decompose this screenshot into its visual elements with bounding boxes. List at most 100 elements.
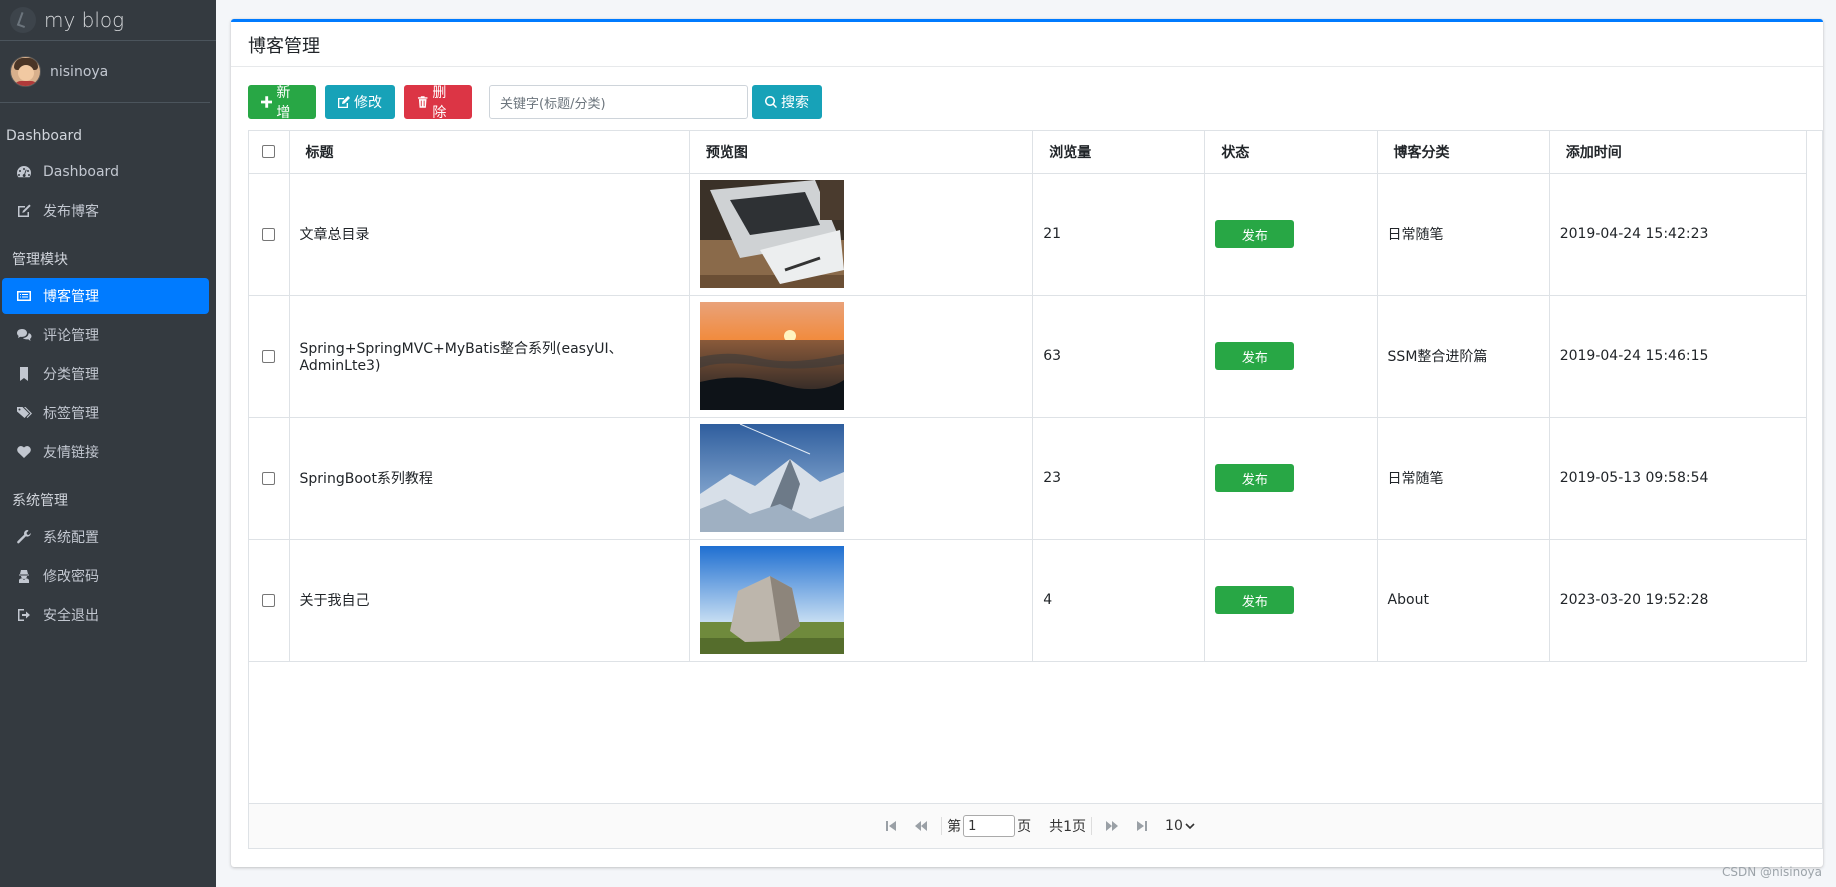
row-time: 2023-03-20 19:52:28 xyxy=(1548,538,1808,662)
sidebar-item-category-management[interactable]: 分类管理 xyxy=(2,356,209,392)
prev-page-icon xyxy=(915,821,928,831)
sidebar-item-comment-management[interactable]: 评论管理 xyxy=(2,317,209,353)
user-panel[interactable]: nisinoya xyxy=(0,41,210,103)
table-row[interactable]: 关于我自己 4 发布 About 2023-03-20 19:52:28 xyxy=(249,538,1808,662)
page-size-value: 10 xyxy=(1165,818,1183,834)
row-views: 4 xyxy=(1032,538,1206,662)
sidebar-item-label: 分类管理 xyxy=(43,367,99,383)
rock-field-photo xyxy=(699,546,844,654)
sidebar-item-label: 发布博客 xyxy=(43,204,99,220)
search-input[interactable]: 关键字(标题/分类) xyxy=(489,85,748,119)
row-category: About xyxy=(1376,538,1550,662)
first-page-button[interactable] xyxy=(884,819,898,833)
sidebar-item-friend-links[interactable]: 友情链接 xyxy=(2,434,209,470)
row-checkbox[interactable] xyxy=(262,471,276,485)
nav-header-management: 管理模块 xyxy=(12,252,68,268)
dashboard-icon xyxy=(15,163,33,181)
sidebar-item-label: 博客管理 xyxy=(43,289,99,305)
sidebar-item-change-password[interactable]: 修改密码 xyxy=(2,558,209,594)
trash-icon xyxy=(417,96,428,108)
select-all-cell xyxy=(249,131,290,174)
sidebar-item-label: 友情链接 xyxy=(43,445,99,461)
table-row[interactable]: SpringBoot系列教程 23 发布 日常随笔 2019-05-13 09:… xyxy=(249,416,1808,540)
select-all-checkbox[interactable] xyxy=(262,145,276,159)
column-header-views[interactable]: 浏览量 xyxy=(1032,131,1206,174)
sidebar-item-label: Dashboard xyxy=(43,164,119,180)
sidebar-item-label: 系统配置 xyxy=(43,530,99,546)
row-title: SpringBoot系列教程 xyxy=(288,416,690,540)
row-checkbox[interactable] xyxy=(262,349,276,363)
last-page-button[interactable] xyxy=(1135,819,1149,833)
table-row[interactable]: 文章总目录 21 发布 日常随笔 2019-04-24 15:42:23 xyxy=(249,172,1808,296)
avatar xyxy=(10,56,41,87)
status-badge[interactable]: 发布 xyxy=(1215,586,1295,614)
sidebar-item-logout[interactable]: 安全退出 xyxy=(2,597,209,633)
row-title: Spring+SpringMVC+MyBatis整合系列(easyUI、Admi… xyxy=(288,294,690,418)
plus-icon xyxy=(261,96,273,108)
sidebar-item-label: 修改密码 xyxy=(43,569,99,585)
row-checkbox[interactable] xyxy=(262,593,276,607)
blog-management-card: 博客管理 新增 修改 删除 关键字(标题/分类) 搜索 标题 预览图 浏览量 状… xyxy=(231,19,1823,867)
page-title: 博客管理 xyxy=(231,22,1823,67)
page-number-input[interactable]: 1 xyxy=(963,815,1016,837)
add-button[interactable]: 新增 xyxy=(248,85,316,121)
sunset-sea-photo xyxy=(699,302,844,410)
column-header-time[interactable]: 添加时间 xyxy=(1548,131,1808,174)
pager-divider xyxy=(1091,817,1093,835)
row-time: 2019-05-13 09:58:54 xyxy=(1548,416,1808,540)
row-views: 63 xyxy=(1032,294,1206,418)
nav-header-system: 系统管理 xyxy=(12,493,68,509)
column-header-preview[interactable]: 预览图 xyxy=(688,131,1034,174)
nav-header-dashboard: Dashboard xyxy=(6,128,82,144)
column-header-status[interactable]: 状态 xyxy=(1204,131,1378,174)
sidebar-item-blog-management[interactable]: 博客管理 xyxy=(2,278,209,314)
edit-button[interactable]: 修改 xyxy=(325,85,395,119)
sidebar-item-label: 安全退出 xyxy=(43,608,99,624)
prev-page-button[interactable] xyxy=(914,819,928,833)
row-title: 文章总目录 xyxy=(288,172,690,296)
page-prefix: 第 xyxy=(947,819,962,835)
brand-title: my blog xyxy=(44,8,125,32)
column-header-title[interactable]: 标题 xyxy=(288,131,690,174)
row-category: SSM整合进阶篇 xyxy=(1376,294,1550,418)
table-header-row: 标题 预览图 浏览量 状态 博客分类 添加时间 xyxy=(249,131,1808,174)
brand-logo-icon xyxy=(10,7,36,33)
page-size-select[interactable]: 10 xyxy=(1165,818,1195,834)
row-views: 23 xyxy=(1032,416,1206,540)
laptop-photo xyxy=(699,180,844,288)
delete-button-label: 删除 xyxy=(432,85,447,121)
table-row[interactable]: Spring+SpringMVC+MyBatis整合系列(easyUI、Admi… xyxy=(249,294,1808,418)
watermark: CSDN @nisinoya xyxy=(1722,865,1822,879)
toolbar: 新增 修改 删除 关键字(标题/分类) 搜索 xyxy=(248,85,831,121)
row-checkbox[interactable] xyxy=(262,227,276,241)
sidebar: my blog nisinoya Dashboard Dashboard 发布博… xyxy=(0,0,216,887)
search-icon xyxy=(765,96,777,108)
status-badge[interactable]: 发布 xyxy=(1215,342,1295,370)
status-badge[interactable]: 发布 xyxy=(1215,464,1295,492)
chevron-down-icon xyxy=(1185,823,1195,830)
first-page-icon xyxy=(886,821,897,831)
row-time: 2019-04-24 15:42:23 xyxy=(1548,172,1808,296)
brand-link[interactable]: my blog xyxy=(0,0,216,41)
sidebar-item-tag-management[interactable]: 标签管理 xyxy=(2,395,209,431)
delete-button[interactable]: 删除 xyxy=(404,85,472,121)
wrench-icon xyxy=(15,528,33,546)
list-icon xyxy=(15,287,33,305)
search-button[interactable]: 搜索 xyxy=(752,85,822,119)
heart-icon xyxy=(15,443,33,461)
row-time: 2019-04-24 15:46:15 xyxy=(1548,294,1808,418)
total-pages: 共1页 xyxy=(1049,819,1087,835)
next-page-button[interactable] xyxy=(1105,819,1119,833)
user-secret-icon xyxy=(15,567,33,585)
status-badge[interactable]: 发布 xyxy=(1215,220,1295,248)
sidebar-item-dashboard[interactable]: Dashboard xyxy=(2,154,209,190)
snowy-mountains-photo xyxy=(699,424,844,532)
sidebar-item-system-config[interactable]: 系统配置 xyxy=(2,519,209,555)
edit-button-label: 修改 xyxy=(354,95,382,111)
next-page-icon xyxy=(1106,821,1119,831)
row-views: 21 xyxy=(1032,172,1206,296)
column-header-category[interactable]: 博客分类 xyxy=(1376,131,1550,174)
row-category: 日常随笔 xyxy=(1376,172,1550,296)
sidebar-item-publish-blog[interactable]: 发布博客 xyxy=(2,193,209,229)
pager-divider xyxy=(941,817,943,835)
